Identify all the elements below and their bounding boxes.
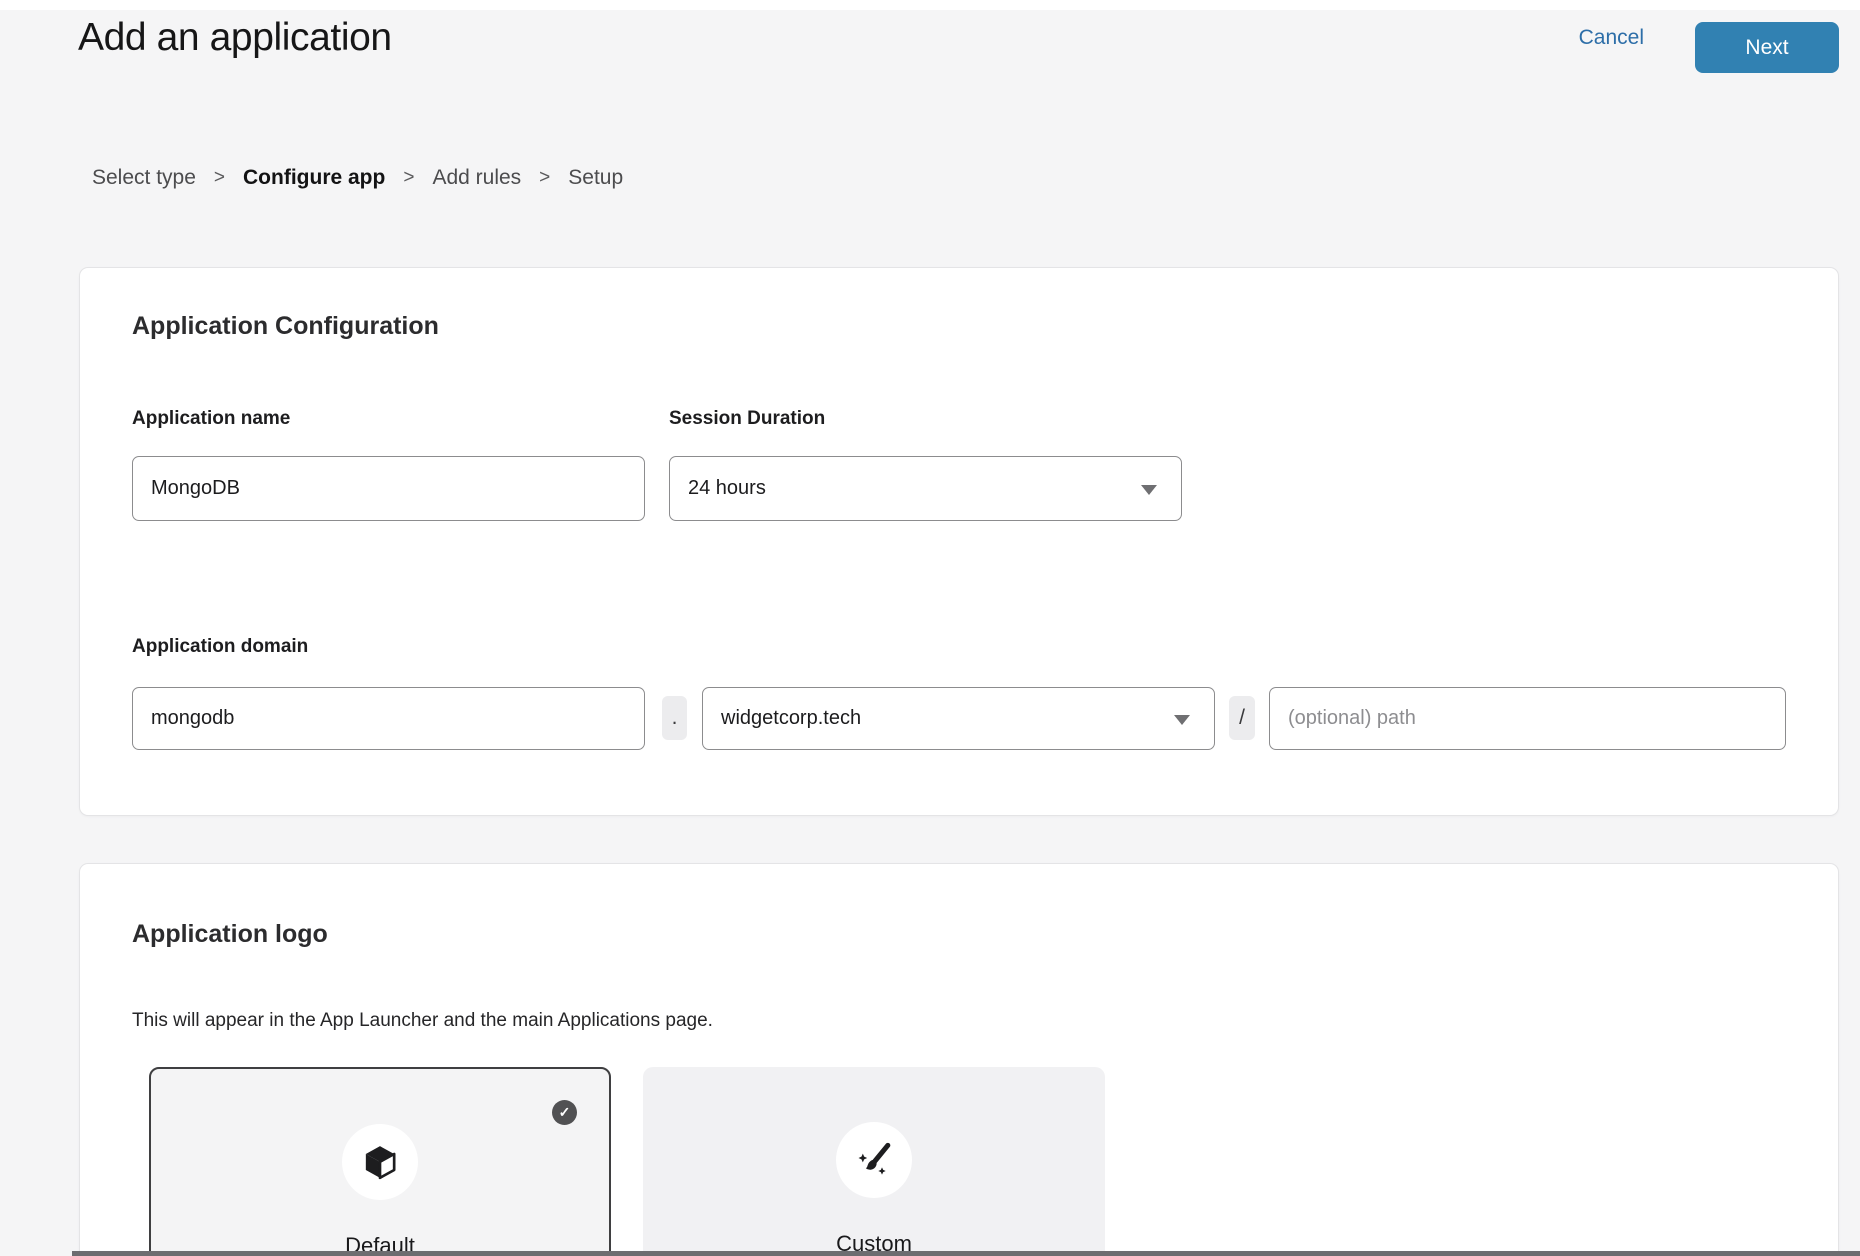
- application-domain-label: Application domain: [132, 636, 308, 658]
- application-name-label: Application name: [132, 408, 290, 430]
- selected-check-icon: ✓: [552, 1100, 577, 1125]
- bottom-window-edge: [72, 1251, 1860, 1256]
- logo-description: This will appear in the App Launcher and…: [132, 1010, 713, 1032]
- paintbrush-icon: [854, 1140, 894, 1180]
- default-logo-circle: [342, 1124, 418, 1200]
- custom-logo-circle: [836, 1122, 912, 1198]
- subdomain-input[interactable]: [132, 687, 645, 750]
- breadcrumb: Select type > Configure app > Add rules …: [92, 166, 623, 190]
- session-duration-value: 24 hours: [688, 477, 766, 500]
- domain-select[interactable]: widgetcorp.tech: [702, 687, 1215, 750]
- domain-select-value: widgetcorp.tech: [721, 707, 861, 730]
- window-top-strip: [0, 0, 1860, 10]
- logo-option-custom[interactable]: Custom: [643, 1067, 1105, 1256]
- breadcrumb-separator: >: [539, 167, 550, 189]
- breadcrumb-step-setup[interactable]: Setup: [568, 166, 623, 190]
- breadcrumb-step-configure-app[interactable]: Configure app: [243, 166, 385, 190]
- session-duration-label: Session Duration: [669, 408, 825, 430]
- dot-separator: .: [662, 696, 687, 740]
- add-application-page: Add an application Cancel Next Select ty…: [0, 0, 1860, 1256]
- cube-icon: [360, 1142, 400, 1182]
- breadcrumb-step-select-type[interactable]: Select type: [92, 166, 196, 190]
- configuration-heading: Application Configuration: [132, 312, 439, 341]
- logo-heading: Application logo: [132, 920, 328, 949]
- page-title: Add an application: [78, 16, 392, 60]
- breadcrumb-separator: >: [403, 167, 414, 189]
- chevron-down-icon: [1174, 715, 1190, 725]
- application-configuration-card: Application Configuration Application na…: [79, 267, 1839, 816]
- breadcrumb-step-add-rules[interactable]: Add rules: [432, 166, 521, 190]
- session-duration-select[interactable]: 24 hours: [669, 456, 1182, 521]
- slash-separator: /: [1229, 696, 1255, 740]
- path-input[interactable]: [1269, 687, 1786, 750]
- application-logo-card: Application logo This will appear in the…: [79, 863, 1839, 1256]
- cancel-button[interactable]: Cancel: [1579, 26, 1644, 50]
- logo-option-default[interactable]: ✓ Default: [149, 1067, 611, 1256]
- breadcrumb-separator: >: [214, 167, 225, 189]
- next-button[interactable]: Next: [1695, 22, 1839, 73]
- chevron-down-icon: [1141, 485, 1157, 495]
- application-name-input[interactable]: [132, 456, 645, 521]
